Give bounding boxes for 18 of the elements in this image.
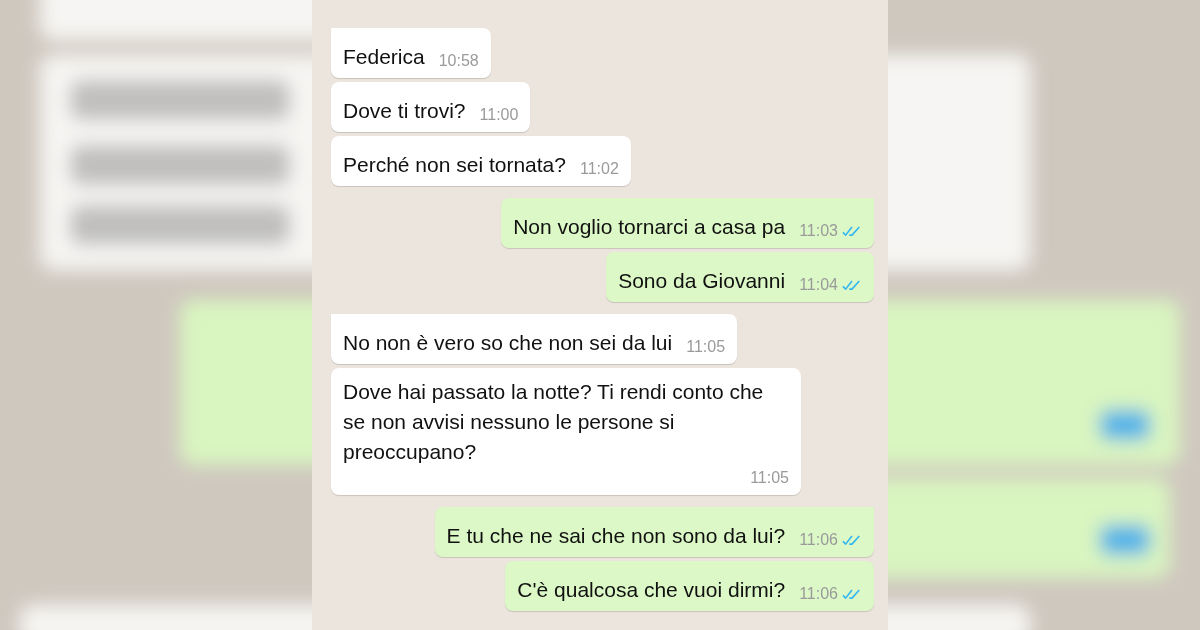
- message-time: 11:05: [686, 337, 726, 357]
- message-text: C'è qualcosa che vuoi dirmi?: [517, 577, 786, 603]
- message-time: 11:04: [799, 275, 838, 295]
- message-time: 11:00: [479, 105, 519, 125]
- message-time: 11:06: [799, 584, 838, 604]
- message-time: 11:03: [799, 221, 838, 241]
- message-text: Sono da Giovanni: [618, 268, 786, 294]
- message-time: 11:02: [580, 159, 619, 179]
- message-text: E tu che ne sai che non sono da lui?: [446, 523, 786, 549]
- message-time: 11:05: [750, 468, 789, 488]
- message-text: Dove hai passato la notte? Ti rendi conto che se non avvisi nessuno le persone si preoccupano?: [343, 379, 765, 465]
- message-text: Federica: [343, 44, 425, 70]
- message-text: Dove ti trovi?: [343, 98, 466, 124]
- message-text: Perché non sei tornata?: [343, 152, 566, 178]
- message-text: No non è vero so che non sei da lui: [343, 330, 673, 356]
- message-time: 11:06: [799, 530, 838, 550]
- message-text: Non voglio tornarci a casa pa: [513, 214, 786, 240]
- message-time: 10:58: [438, 51, 479, 71]
